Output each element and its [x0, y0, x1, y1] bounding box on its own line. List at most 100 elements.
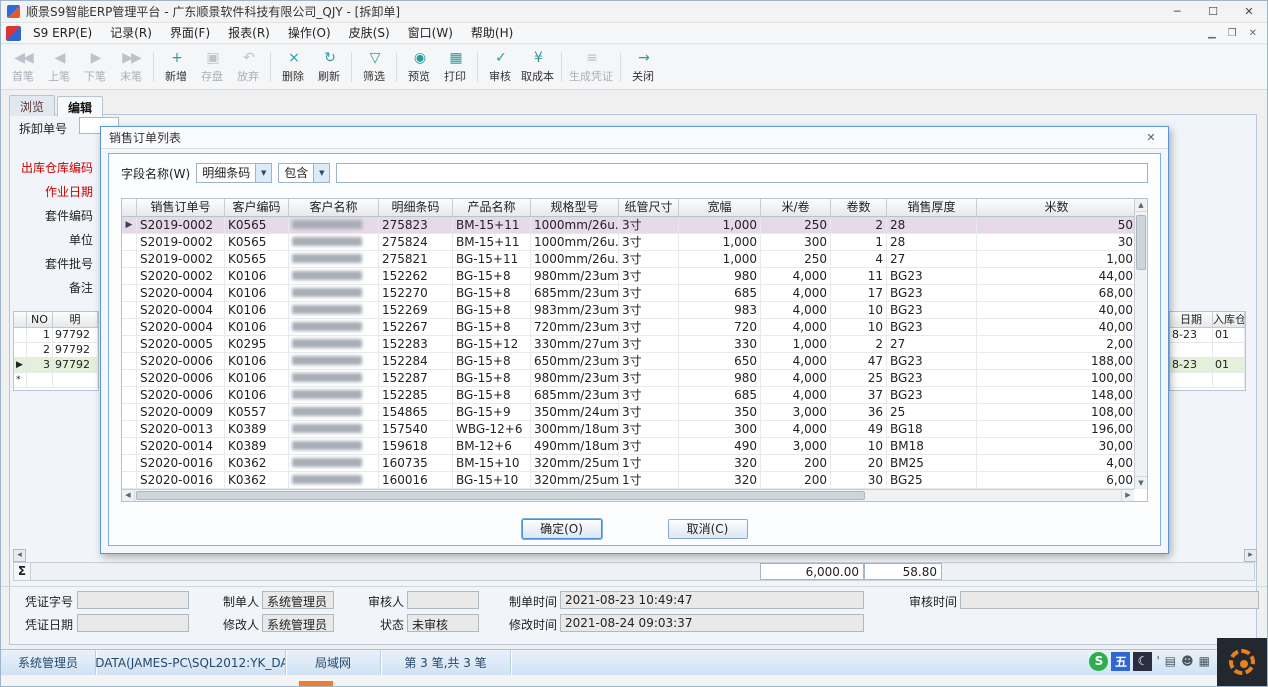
scroll-up-icon[interactable]: ▲ [1135, 199, 1147, 212]
scroll-down-icon[interactable]: ▼ [1135, 476, 1147, 489]
maximize-button[interactable]: ☐ [1195, 1, 1231, 22]
toolbar-button-delete[interactable]: ×删除 [275, 47, 311, 87]
dialog-close-icon[interactable]: ✕ [1142, 131, 1160, 144]
tab-browse[interactable]: 浏览 [9, 95, 55, 116]
grid-row[interactable] [1170, 373, 1245, 388]
mdi-close-button[interactable]: ✕ [1249, 28, 1257, 39]
horizontal-scrollbar[interactable]: ◀ ▶ [122, 489, 1134, 501]
keyboard-icon[interactable]: ▤ [1164, 654, 1177, 668]
menu-item-record[interactable]: 记录(R) [101, 23, 161, 43]
cell: 4,000 [761, 285, 831, 301]
menu-item-skin[interactable]: 皮肤(S) [340, 23, 399, 43]
scroll-left-icon[interactable]: ◀ [122, 490, 135, 501]
hscroll-thumb[interactable] [136, 491, 865, 500]
filter-field-value: 明细条码 [197, 164, 255, 182]
table-row[interactable]: S2020-0013K0389157540WBG-12+6300mm/18um.… [122, 421, 1147, 438]
ok-button[interactable]: 确定(O) [522, 519, 602, 539]
table-row[interactable]: S2020-0009K0557154865BG-15+9350mm/24um..… [122, 404, 1147, 421]
tab-edit[interactable]: 编辑 [57, 96, 103, 117]
column-header-10[interactable]: 销售厚度 [887, 199, 977, 216]
cell: 330 [679, 336, 761, 352]
column-header-6[interactable]: 纸管尺寸 [619, 199, 679, 216]
table-row[interactable]: S2020-0004K0106152270BG-15+8685mm/23um..… [122, 285, 1147, 302]
grid-row[interactable]: 8-2301 [1170, 358, 1245, 373]
moon-icon[interactable]: ☾ [1133, 652, 1152, 671]
chevron-down-icon[interactable]: ▼ [255, 164, 271, 182]
grid-column-header[interactable] [14, 312, 27, 327]
toolbar-button-add[interactable]: +新增 [158, 47, 194, 87]
blurred-text [292, 288, 362, 297]
menu-item-window[interactable]: 窗口(W) [399, 23, 462, 43]
table-row[interactable]: S2019-0002K0565275824BM-15+111000mm/26u.… [122, 234, 1147, 251]
cancel-button[interactable]: 取消(C) [668, 519, 748, 539]
toolbar-button-get-cost[interactable]: ¥取成本 [518, 47, 557, 87]
hscroll-right-arrow[interactable]: ▸ [1244, 549, 1257, 562]
table-row[interactable]: S2020-0016K0362160016BG-15+10320mm/25um.… [122, 472, 1147, 489]
column-header-3[interactable]: 明细条码 [379, 199, 453, 216]
chevron-down-icon[interactable]: ▼ [313, 164, 329, 182]
wubi-mode-icon[interactable]: 五 [1111, 652, 1130, 671]
table-row[interactable]: S2020-0006K0106152284BG-15+8650mm/23um..… [122, 353, 1147, 370]
table-row[interactable]: S2020-0006K0106152285BG-15+8685mm/23um..… [122, 387, 1147, 404]
taskbar-active-indicator[interactable] [299, 681, 333, 686]
table-row[interactable]: ▶S2019-0002K0565275823BM-15+111000mm/26u… [122, 217, 1147, 234]
cell: 154865 [379, 404, 453, 420]
column-header-8[interactable]: 米/卷 [761, 199, 831, 216]
grid-row[interactable] [1170, 343, 1245, 358]
sogou-s-icon[interactable]: S [1089, 652, 1108, 671]
dialog-title-bar[interactable]: 销售订单列表 ✕ [101, 127, 1168, 149]
menu-item-s9-erp[interactable]: S9 ERP(E) [24, 23, 101, 43]
column-header-2[interactable]: 客户名称 [289, 199, 379, 216]
grid-row[interactable]: * [14, 373, 98, 388]
grid-column-header[interactable]: NO [27, 312, 53, 327]
minimize-button[interactable]: ─ [1159, 1, 1195, 22]
column-header-4[interactable]: 产品名称 [453, 199, 531, 216]
mdi-minimize-button[interactable]: ▁ [1208, 28, 1216, 39]
grid-row[interactable]: ▶397792 [14, 358, 98, 373]
grid-icon[interactable]: ▦ [1198, 654, 1211, 668]
menu-item-report[interactable]: 报表(R) [219, 23, 279, 43]
toolbar-button-audit[interactable]: ✓审核 [482, 47, 518, 87]
column-header-11[interactable]: 米数 [977, 199, 1137, 216]
grid-column-header[interactable]: 日期 [1170, 312, 1213, 327]
mdi-restore-button[interactable]: ❐ [1228, 28, 1237, 39]
user-icon[interactable]: ☻ [1180, 654, 1195, 668]
filter-field-combo[interactable]: 明细条码 ▼ [196, 163, 272, 183]
table-row[interactable]: S2020-0004K0106152269BG-15+8983mm/23um..… [122, 302, 1147, 319]
menu-item-operate[interactable]: 操作(O) [279, 23, 340, 43]
toolbar-button-close[interactable]: →关闭 [625, 47, 661, 87]
column-header-9[interactable]: 卷数 [831, 199, 887, 216]
column-header-7[interactable]: 宽幅 [679, 199, 761, 216]
vertical-scrollbar[interactable]: ▲ ▼ [1134, 199, 1147, 489]
punctuation-icon[interactable]: ' [1155, 654, 1160, 668]
toolbar-button-print[interactable]: ▦打印 [437, 47, 473, 87]
filter-search-input[interactable] [336, 163, 1148, 183]
corner-logo[interactable] [1217, 638, 1267, 686]
column-header-0[interactable]: 销售订单号 [137, 199, 225, 216]
vscroll-thumb[interactable] [1136, 215, 1146, 270]
close-button[interactable]: ✕ [1231, 1, 1267, 22]
grid-column-header[interactable]: 入库仓 [1213, 312, 1245, 327]
scroll-right-icon[interactable]: ▶ [1121, 490, 1134, 501]
hscroll-left-arrow[interactable]: ◂ [13, 549, 26, 562]
grid-row[interactable]: 197792 [14, 328, 98, 343]
toolbar-button-filter[interactable]: ▽筛选 [356, 47, 392, 87]
menu-item-help[interactable]: 帮助(H) [462, 23, 522, 43]
column-header-1[interactable]: 客户编码 [225, 199, 289, 216]
grid-row[interactable]: 297792 [14, 343, 98, 358]
grid-column-header[interactable]: 明 [53, 312, 98, 327]
grid-row[interactable]: 8-2301 [1170, 328, 1245, 343]
menu-item-interface[interactable]: 界面(F) [161, 23, 219, 43]
column-header-5[interactable]: 规格型号 [531, 199, 619, 216]
toolbar-button-preview[interactable]: ◉预览 [401, 47, 437, 87]
table-row[interactable]: S2020-0016K0362160735BM-15+10320mm/25um.… [122, 455, 1147, 472]
cell: 152269 [379, 302, 453, 318]
toolbar-button-refresh[interactable]: ↻刷新 [311, 47, 347, 87]
table-row[interactable]: S2020-0005K0295152283BG-15+12330mm/27um.… [122, 336, 1147, 353]
filter-operator-combo[interactable]: 包含 ▼ [278, 163, 330, 183]
table-row[interactable]: S2020-0002K0106152262BG-15+8980mm/23um..… [122, 268, 1147, 285]
table-row[interactable]: S2020-0004K0106152267BG-15+8720mm/23um..… [122, 319, 1147, 336]
table-row[interactable]: S2019-0002K0565275821BG-15+111000mm/26u.… [122, 251, 1147, 268]
table-row[interactable]: S2020-0014K0389159618BM-12+6490mm/18um..… [122, 438, 1147, 455]
table-row[interactable]: S2020-0006K0106152287BG-15+8980mm/23um..… [122, 370, 1147, 387]
